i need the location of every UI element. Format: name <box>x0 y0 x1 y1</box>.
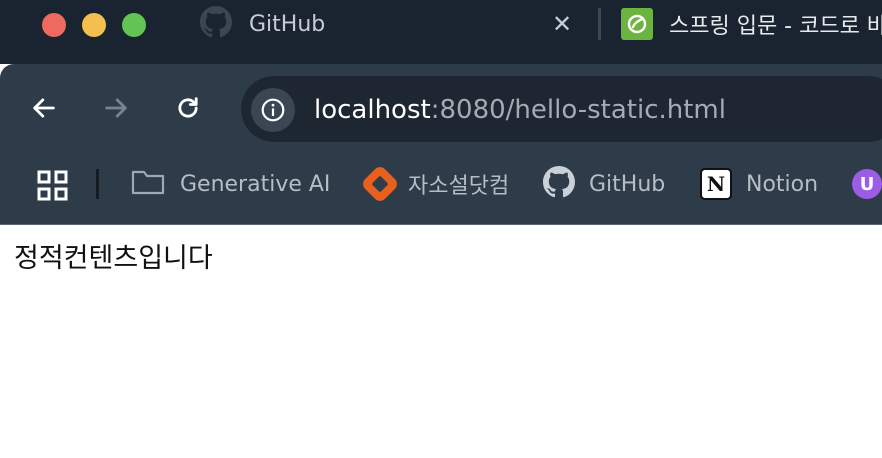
github-icon <box>543 166 575 202</box>
reload-icon <box>178 97 198 118</box>
url-path: :8080/hello-static.html <box>430 95 726 125</box>
bookmark-label: Generative AI <box>180 171 331 197</box>
notion-icon: N <box>700 168 732 200</box>
spring-icon <box>621 8 653 40</box>
address-bar[interactable]: localhost:8080/hello-static.html <box>241 76 882 142</box>
tab-title: GitHub <box>249 11 326 37</box>
reload-button[interactable] <box>170 90 206 126</box>
window-close-button[interactable] <box>42 13 66 37</box>
github-icon <box>200 6 232 42</box>
bookmark-jasoseol[interactable]: 자소설닷컴 <box>360 164 510 204</box>
bookmark-label: 자소설닷컴 <box>408 174 510 199</box>
tab-close-icon[interactable]: ✕ <box>548 8 576 40</box>
page-body-text: 정적컨텐츠입니다 <box>14 243 213 274</box>
apps-grid-icon[interactable] <box>36 169 70 203</box>
bookmark-label: Notion <box>746 171 819 197</box>
tab-spring[interactable]: 스프링 입문 - 코드로 바 <box>621 8 882 40</box>
tab-strip: GitHub ✕ 스프링 입문 - 코드로 바 <box>0 0 882 64</box>
bookmark-generative-ai[interactable]: Generative AI <box>130 167 330 201</box>
bookmark-label: GitHub <box>589 171 666 197</box>
bookmarks-bar: Generative AI 자소설닷컴 GitHub N Notion U <box>0 159 882 225</box>
forward-button[interactable] <box>98 90 134 126</box>
url-host: localhost <box>314 95 431 125</box>
bookmark-u-app[interactable]: U <box>852 167 882 201</box>
arrow-right-icon <box>105 98 127 118</box>
tab-github[interactable]: GitHub <box>200 6 326 42</box>
jasoseol-icon <box>360 164 400 204</box>
bookmark-notion[interactable]: N Notion <box>700 167 818 201</box>
tab-title: 스프링 입문 - 코드로 바 <box>669 14 882 39</box>
tab-divider <box>598 8 601 40</box>
bookmark-github[interactable]: GitHub <box>543 166 666 202</box>
window-minimize-button[interactable] <box>82 13 106 37</box>
window-zoom-button[interactable] <box>122 13 146 37</box>
browser-toolbar: localhost:8080/hello-static.html <box>0 64 882 159</box>
bookmarks-divider <box>96 169 99 199</box>
u-app-icon: U <box>852 169 882 199</box>
url-text[interactable]: localhost:8080/hello-static.html <box>314 95 726 125</box>
folder-icon <box>130 167 166 201</box>
back-button[interactable] <box>26 90 62 126</box>
arrow-left-icon <box>33 98 55 118</box>
info-icon[interactable] <box>251 88 295 132</box>
